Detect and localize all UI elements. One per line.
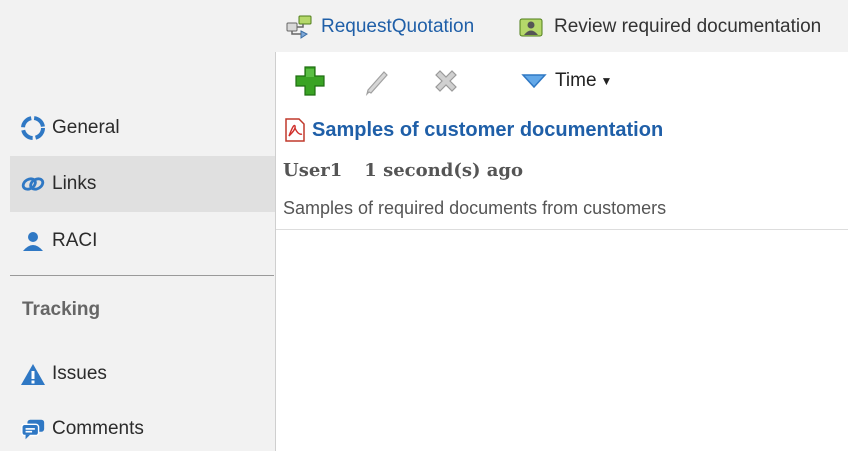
breadcrumb-task-label: Review required documentation xyxy=(554,16,822,37)
sidebar-item-label: General xyxy=(52,117,120,138)
process-flow-icon xyxy=(285,14,315,40)
sidebar-item-issues[interactable]: Issues xyxy=(10,346,275,402)
tracking-heading: Tracking xyxy=(22,299,101,320)
sidebar-item-label: Comments xyxy=(52,418,144,439)
sidebar-item-label: Links xyxy=(52,173,97,194)
link-meta: User1 1 second(s) ago xyxy=(283,160,523,181)
warning-icon xyxy=(20,361,46,387)
link-entry-title: Samples of customer documentation xyxy=(284,118,663,142)
sidebar-item-links[interactable]: Links xyxy=(10,156,275,212)
add-icon xyxy=(294,65,326,102)
breadcrumb-process[interactable]: RequestQuotation xyxy=(285,14,474,40)
delete-icon xyxy=(431,66,461,101)
chevron-down-icon: ▼ xyxy=(600,74,613,88)
links-panel: Time ▼ Samples of customer documentation… xyxy=(275,52,848,451)
breadcrumb-process-label: RequestQuotation xyxy=(321,16,475,37)
row-divider xyxy=(276,229,848,230)
breadcrumb: RequestQuotation Review required documen… xyxy=(275,0,848,52)
link-description: Samples of required documents from custo… xyxy=(283,198,667,218)
sort-dropdown[interactable]: Time ▼ xyxy=(521,70,612,92)
toolbar: Time ▼ xyxy=(276,60,848,104)
sidebar-item-label: RACI xyxy=(52,230,98,251)
link-timestamp: 1 second(s) ago xyxy=(364,160,524,181)
sort-direction-icon xyxy=(521,73,547,89)
add-button[interactable] xyxy=(292,65,328,102)
pdf-file-icon xyxy=(284,118,306,142)
edit-icon xyxy=(363,66,393,101)
sidebar-item-label: Issues xyxy=(52,363,107,384)
comments-icon xyxy=(20,416,46,442)
link-icon xyxy=(20,171,46,197)
sidebar-item-raci[interactable]: RACI xyxy=(10,213,275,269)
sidebar-item-comments[interactable]: Comments xyxy=(10,401,275,457)
user-task-icon xyxy=(518,14,548,40)
breadcrumb-task[interactable]: Review required documentation xyxy=(518,14,821,40)
link-user: User1 xyxy=(283,160,343,181)
link-title[interactable]: Samples of customer documentation xyxy=(312,119,663,142)
general-icon xyxy=(20,115,46,141)
person-icon xyxy=(20,228,46,254)
sort-label: Time xyxy=(555,70,597,91)
edit-button[interactable] xyxy=(360,66,396,100)
sidebar-item-general[interactable]: General xyxy=(10,100,275,156)
sidebar-divider xyxy=(10,275,274,276)
sidebar: General Links RACI Tracking Issues Comme… xyxy=(0,0,275,451)
delete-button[interactable] xyxy=(428,66,464,100)
